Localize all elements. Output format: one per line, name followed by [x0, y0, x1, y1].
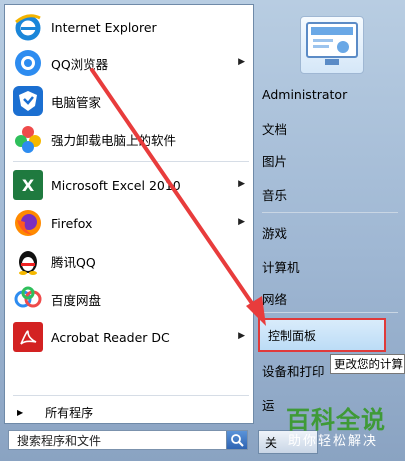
program-label: Internet Explorer: [51, 19, 157, 35]
program-list-panel: Internet Explorer QQ浏览器 ▶ 电脑管家 强力卸载电脑上的软…: [4, 4, 254, 424]
all-programs[interactable]: ▶ 所有程序: [9, 401, 249, 423]
user-avatar[interactable]: [300, 16, 364, 74]
search-input[interactable]: 搜索程序和文件: [9, 432, 226, 449]
program-qq[interactable]: 腾讯QQ: [9, 243, 249, 279]
tooltip-text: 更改您的计算: [334, 357, 403, 371]
submenu-arrow-icon[interactable]: ▶: [238, 179, 245, 189]
menu-label: 设备和打印: [262, 363, 325, 379]
qq-penguin-icon: [13, 246, 43, 276]
menu-label: 音乐: [262, 187, 288, 203]
control-panel-picture-icon: [306, 22, 358, 65]
menu-label: 图片: [262, 153, 288, 169]
menu-run[interactable]: 运: [262, 392, 275, 416]
qq-browser-icon: [13, 48, 43, 78]
watermark: 百科全说 助你轻松解决: [280, 398, 400, 454]
menu-label: 文档: [262, 121, 288, 137]
program-internet-explorer[interactable]: Internet Explorer: [9, 9, 249, 45]
uninstaller-icon: [13, 124, 43, 154]
program-label: 百度网盘: [51, 292, 102, 308]
program-label: 腾讯QQ: [51, 254, 96, 270]
expand-arrow-icon: ▶: [17, 407, 24, 417]
acrobat-icon: [13, 322, 43, 352]
menu-devices-printers[interactable]: 设备和打印: [262, 358, 325, 382]
menu-documents[interactable]: 文档: [262, 116, 287, 140]
program-label: QQ浏览器: [51, 56, 109, 72]
program-firefox[interactable]: Firefox ▶: [9, 205, 249, 241]
program-label: Firefox: [51, 215, 93, 231]
submenu-arrow-icon[interactable]: ▶: [238, 331, 245, 341]
all-programs-label: 所有程序: [45, 405, 94, 420]
internet-explorer-icon: [13, 12, 43, 42]
user-name: Administrator: [262, 86, 348, 102]
baidu-netdisk-icon: [13, 284, 43, 314]
submenu-arrow-icon[interactable]: ▶: [238, 217, 245, 227]
menu-label: 控制面板: [268, 328, 317, 343]
program-acrobat[interactable]: Acrobat Reader DC ▶: [9, 319, 249, 355]
program-pc-manager[interactable]: 电脑管家: [9, 83, 249, 119]
divider: [13, 395, 249, 396]
program-excel[interactable]: X Microsoft Excel 2010 ▶: [9, 167, 249, 203]
excel-icon: X: [13, 170, 43, 200]
user-name-link[interactable]: Administrator: [262, 82, 347, 106]
divider: [262, 312, 398, 313]
menu-label: 网络: [262, 291, 288, 307]
menu-label: 运: [262, 397, 275, 413]
program-label: 强力卸载电脑上的软件: [51, 132, 177, 148]
menu-label: 计算机: [262, 259, 300, 275]
divider: [262, 212, 398, 213]
search-box[interactable]: 搜索程序和文件: [8, 430, 248, 450]
shutdown-label: 关: [265, 435, 278, 450]
search-icon[interactable]: [226, 431, 247, 449]
pc-manager-icon: [13, 86, 43, 116]
program-label: Acrobat Reader DC: [51, 329, 170, 345]
watermark-subtitle: 助你轻松解决: [288, 434, 379, 449]
submenu-arrow-icon[interactable]: ▶: [238, 57, 245, 67]
menu-games[interactable]: 游戏: [262, 220, 287, 244]
menu-computer[interactable]: 计算机: [262, 254, 300, 278]
menu-music[interactable]: 音乐: [262, 182, 287, 206]
program-label: Microsoft Excel 2010: [51, 177, 181, 193]
menu-label: 游戏: [262, 225, 288, 241]
tooltip: 更改您的计算: [330, 354, 405, 374]
menu-control-panel[interactable]: 控制面板: [258, 318, 386, 352]
program-uninstaller[interactable]: 强力卸载电脑上的软件: [9, 121, 249, 157]
divider: [13, 161, 249, 162]
menu-pictures[interactable]: 图片: [262, 148, 287, 172]
firefox-icon: [13, 208, 43, 238]
program-label: 电脑管家: [51, 94, 102, 110]
program-qq-browser[interactable]: QQ浏览器 ▶: [9, 45, 249, 81]
program-baidu-netdisk[interactable]: 百度网盘: [9, 281, 249, 317]
menu-network[interactable]: 网络: [262, 286, 287, 310]
